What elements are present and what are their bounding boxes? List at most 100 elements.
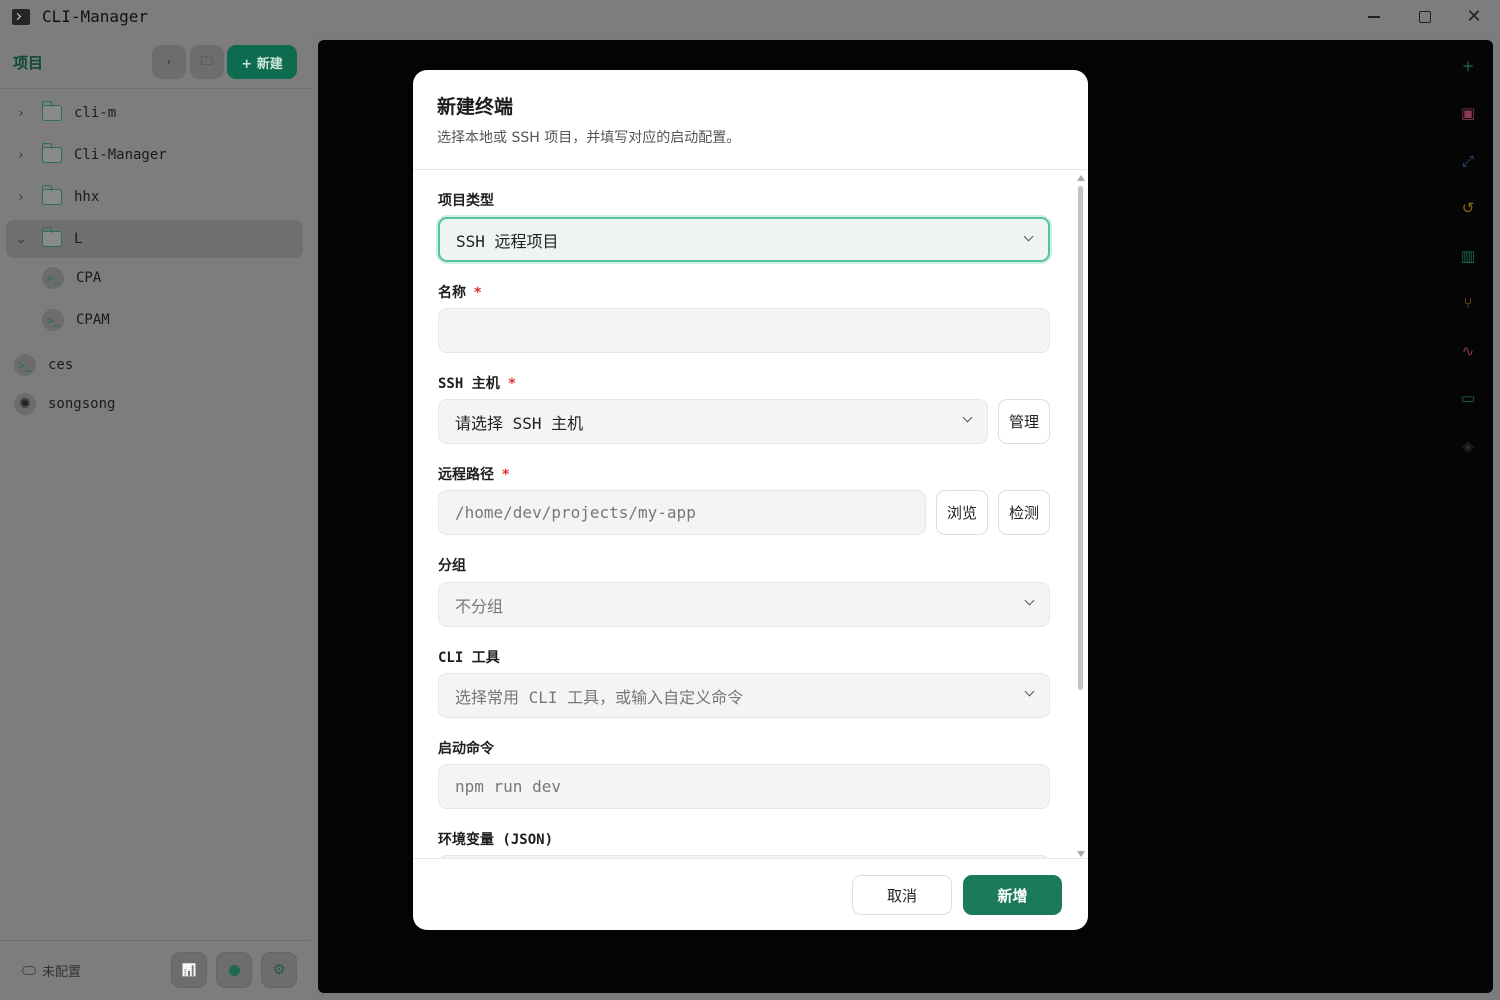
dialog-title: 新建终端 (437, 96, 514, 118)
dialog-subtitle: 选择本地或 SSH 项目，并填写对应的启动配置。 (437, 130, 741, 146)
project-type-label: 项目类型 (438, 193, 494, 209)
ssh-host-label-text: SSH 主机 (438, 376, 500, 392)
tree-item-folder-selected[interactable]: ⌄ L (6, 220, 303, 258)
tree-item-terminal[interactable]: >_ ces (6, 346, 303, 384)
gear-icon: ⚙ (272, 962, 286, 978)
start-command-input[interactable]: npm run dev (438, 764, 1050, 809)
settings-button[interactable]: ⚙ (261, 952, 297, 988)
new-project-button[interactable]: + 新建 (227, 45, 297, 79)
openai-icon: ✺ (14, 393, 36, 415)
tree-item-terminal[interactable]: >_ CPA (36, 259, 303, 297)
cli-tool-select[interactable]: 选择常用 CLI 工具，或输入自定义命令 (438, 673, 1050, 718)
chevron-right-icon[interactable]: › (6, 148, 30, 163)
submit-button[interactable]: 新增 (963, 875, 1062, 915)
manage-hosts-button[interactable]: 管理 (998, 399, 1050, 444)
ssh-host-select[interactable]: 请选择 SSH 主机 (438, 399, 988, 444)
scroll-up-icon[interactable] (1077, 175, 1085, 181)
dialog-scrollbar[interactable] (1075, 172, 1085, 860)
status-button[interactable] (216, 952, 252, 988)
chart-icon[interactable]: ▥ (1457, 245, 1479, 267)
dialog-header: 新建终端 选择本地或 SSH 项目，并填写对应的启动配置。 (413, 70, 1088, 170)
ssh-host-label: SSH 主机 * (438, 373, 516, 393)
close-icon: ✕ (1466, 6, 1482, 27)
group-select[interactable]: 不分组 (438, 582, 1050, 627)
env-vars-label: 环境变量 (JSON) (438, 832, 554, 848)
close-button[interactable]: ✕ (1452, 4, 1496, 30)
chevron-right-icon[interactable]: › (6, 106, 30, 121)
chevron-down-icon[interactable]: ⌄ (6, 232, 30, 247)
start-command-label: 启动命令 (438, 741, 494, 757)
folder-icon (41, 227, 62, 247)
plus-icon[interactable]: + (1457, 55, 1479, 77)
folder-icon (41, 185, 62, 205)
maximize-button[interactable] (1403, 4, 1447, 30)
tree-item-label: ces (48, 357, 74, 373)
required-marker: * (507, 376, 517, 392)
open-folder-button[interactable]: 🗀 (190, 45, 224, 79)
remote-path-label: 远程路径 * (438, 464, 509, 484)
project-type-value: SSH 远程项目 (456, 231, 559, 251)
app-title: CLI-Manager (42, 7, 148, 26)
sync-status-label: 未配置 (42, 965, 82, 980)
folder-open-icon: 🗀 (200, 53, 213, 68)
cancel-button[interactable]: 取消 (852, 875, 952, 915)
scrollbar-thumb[interactable] (1078, 186, 1083, 690)
project-type-select[interactable]: SSH 远程项目 (438, 217, 1050, 262)
terminal-icon[interactable]: ▣ (1457, 102, 1479, 124)
app-terminal-icon (12, 9, 30, 25)
folder-icon (41, 143, 62, 163)
sidebar: 项目 ‹ 🗀 + 新建 › cli-m › Cli-Manager › hhx … (0, 34, 310, 1000)
layers-icon[interactable]: ◈ (1457, 435, 1479, 457)
dialog-body: 项目类型 SSH 远程项目 名称 * SSH 主机 * 请选择 SSH 主机 管理 … (413, 170, 1088, 858)
tree-item-folder[interactable]: › hhx (6, 178, 303, 216)
tree-item-label: CPA (76, 270, 102, 286)
tree-item-label: L (74, 231, 83, 247)
tree-item-folder[interactable]: › cli-m (6, 94, 303, 132)
name-input[interactable] (438, 308, 1050, 353)
expand-icon[interactable]: ⤢ (1457, 150, 1479, 172)
collapse-sidebar-button[interactable]: ‹ (152, 45, 186, 79)
tree-item-label: songsong (48, 396, 116, 412)
browse-button[interactable]: 浏览 (936, 490, 988, 535)
sidebar-title: 项目 (13, 54, 44, 72)
git-branch-icon[interactable]: ⑂ (1457, 292, 1479, 314)
chevron-down-icon (1024, 686, 1035, 697)
bar-chart-icon: 📊 (181, 963, 197, 977)
history-icon[interactable]: ↺ (1457, 197, 1479, 219)
required-marker: * (474, 285, 482, 301)
new-terminal-dialog: 新建终端 选择本地或 SSH 项目，并填写对应的启动配置。 项目类型 SSH 远… (413, 70, 1088, 930)
cloud-icon (22, 966, 36, 975)
tree-item-label: cli-m (74, 105, 117, 121)
remote-path-placeholder: /home/dev/projects/my-app (455, 503, 696, 522)
start-command-placeholder: npm run dev (455, 777, 561, 796)
tree-item-ai[interactable]: ✺ songsong (6, 385, 303, 423)
folder-icon (41, 101, 62, 121)
folder-icon[interactable]: ▭ (1457, 387, 1479, 409)
scroll-down-icon[interactable] (1077, 851, 1085, 857)
sync-status[interactable]: 未配置 (22, 961, 81, 980)
tree-item-label: CPAM (76, 312, 110, 328)
terminal-icon: >_ (42, 267, 64, 289)
title-bar: CLI-Manager ✕ (0, 0, 1500, 34)
name-label-text: 名称 (438, 285, 466, 301)
remote-path-input[interactable]: /home/dev/projects/my-app (438, 490, 926, 535)
chevron-down-icon (1024, 595, 1035, 606)
chevron-down-icon (1023, 231, 1034, 242)
detect-button[interactable]: 检测 (998, 490, 1050, 535)
stats-button[interactable]: 📊 (171, 952, 207, 988)
maximize-icon (1419, 11, 1431, 23)
remote-path-label-text: 远程路径 (438, 467, 494, 483)
tree-item-label: hhx (74, 189, 100, 205)
sidebar-divider (0, 88, 310, 89)
chevron-left-icon: ‹ (166, 55, 172, 69)
chevron-right-icon[interactable]: › (6, 190, 30, 205)
minimize-icon (1368, 16, 1380, 18)
tree-item-terminal[interactable]: >_ CPAM (36, 301, 303, 339)
group-placeholder: 不分组 (455, 596, 504, 616)
minimize-button[interactable] (1352, 4, 1396, 30)
dialog-footer: 取消 新增 (413, 858, 1088, 930)
tree-item-folder[interactable]: › Cli-Manager (6, 136, 303, 174)
required-marker: * (502, 467, 510, 483)
activity-icon[interactable]: ∿ (1457, 340, 1479, 362)
cli-tool-placeholder: 选择常用 CLI 工具，或输入自定义命令 (455, 687, 744, 707)
